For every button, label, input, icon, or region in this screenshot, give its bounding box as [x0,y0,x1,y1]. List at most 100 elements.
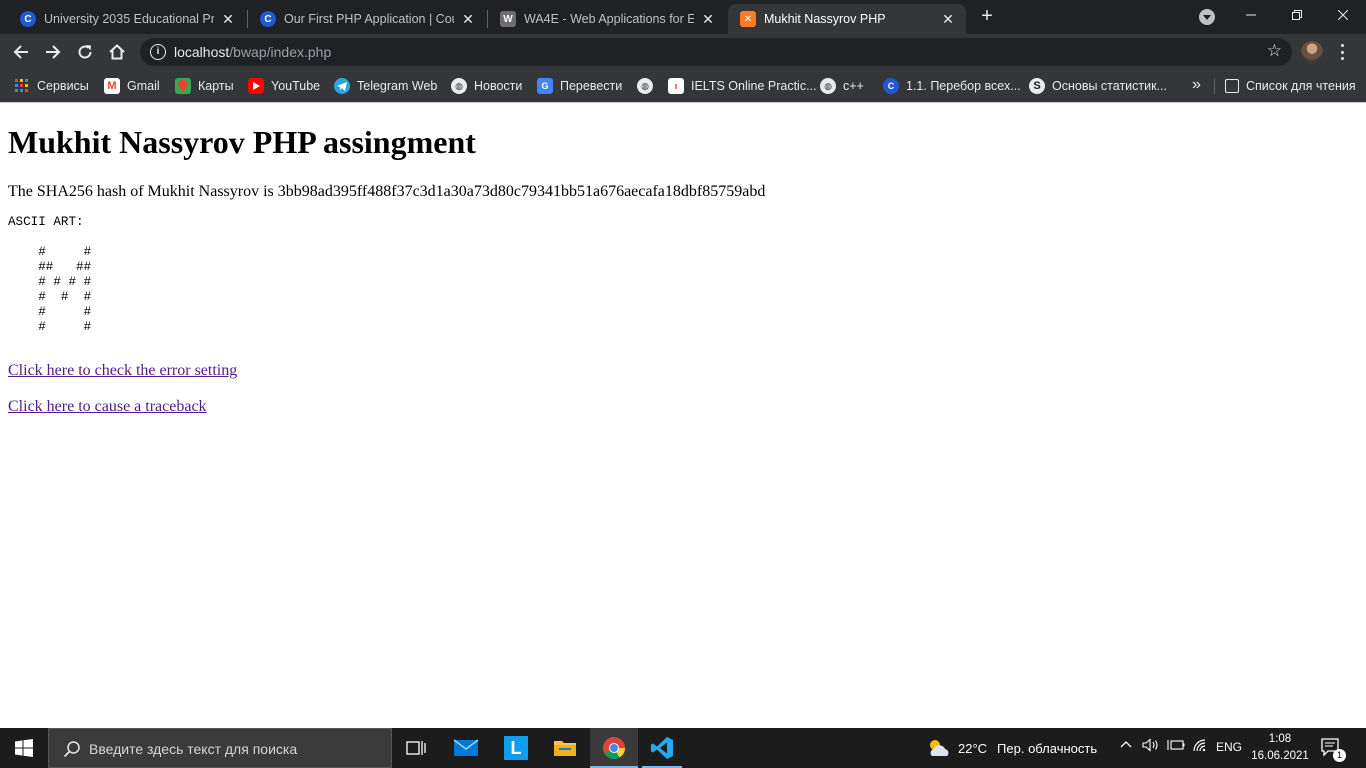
folder-icon [554,741,576,756]
ascii-art: ASCII ART: # # ## ## # # # # # # # # # #… [8,215,92,334]
bookmark-cpp[interactable]: ◍ c++ [820,76,864,96]
close-tab-icon[interactable]: ✕ [220,11,236,28]
telegram-icon [334,78,350,94]
l-app-icon: L [504,736,528,760]
youtube-icon [248,78,264,94]
minimize-icon [1246,14,1256,16]
search-placeholder: Введите здесь текст для поиска [89,741,298,757]
apps-grid-icon [14,78,30,94]
tab-title: WA4E - Web Applications for Everybody [524,12,694,26]
browser-menu-icon[interactable] [1336,42,1348,62]
bookmark-coursera-search[interactable]: C 1.1. Перебор всех... [883,76,1021,96]
page-content: Mukhit Nassyrov PHP assingment The SHA25… [0,103,1366,728]
search-icon [63,741,80,758]
bookmark-gmail[interactable]: M Gmail [104,76,160,96]
input-language[interactable]: ENG [1216,740,1242,754]
tab-mukhit-nassyrov-php[interactable]: ✕ Mukhit Nassyrov PHP ✕ [728,4,966,34]
system-clock[interactable]: 1:08 16.06.2021 [1250,731,1310,765]
mail-icon [453,739,479,756]
mail-app[interactable] [442,728,490,768]
coursera-icon: C [883,78,899,94]
globe-icon: ◍ [820,78,836,94]
bookmark-label: Карты [198,79,234,93]
bookmark-statistics[interactable]: S Основы статистик... [1029,76,1167,96]
wifi-icon[interactable] [1192,738,1208,755]
bookmark-globe[interactable]: ◍ [637,76,660,96]
bookmark-services[interactable]: Сервисы [14,76,89,96]
bookmark-telegram[interactable]: Telegram Web [334,76,437,96]
home-button[interactable] [104,39,130,65]
bookmark-separator [1214,78,1215,94]
bookmark-star-icon[interactable]: ☆ [1267,41,1282,61]
task-view-icon [406,741,426,755]
more-bookmarks-icon[interactable]: » [1192,76,1201,94]
tab-search-icon[interactable] [1199,9,1215,25]
info-icon[interactable]: i [150,44,166,60]
new-tab-button[interactable]: + [976,6,998,28]
tab-title: Mukhit Nassyrov PHP [764,12,886,26]
maps-icon [175,78,191,94]
volume-icon[interactable] [1142,738,1160,755]
close-icon [1338,10,1348,20]
url-path: /bwap/index.php [229,44,332,60]
weather-widget[interactable]: 22°C Пер. облачность [926,737,1097,759]
close-tab-icon[interactable]: ✕ [460,11,476,28]
reading-list-label: Список для чтения [1246,79,1356,93]
vscode-app[interactable] [638,728,686,768]
bookmark-label: Telegram Web [357,79,438,93]
bookmark-label: c++ [843,79,864,93]
tab-university-2035[interactable]: C University 2035 Educational Programs ✕ [8,4,246,34]
battery-icon[interactable] [1167,738,1185,755]
l-app[interactable]: L [492,728,540,768]
url-host: localhost [174,44,230,60]
file-explorer-app[interactable] [541,728,589,768]
reload-icon [78,45,92,59]
windows-taskbar: Введите здесь текст для поиска L 22°C Пе… [0,728,1366,768]
arrow-left-icon [13,45,28,59]
show-hidden-icons-icon[interactable] [1120,738,1132,753]
start-button[interactable] [0,728,48,768]
error-setting-link[interactable]: Click here to check the error setting [8,362,237,380]
sha256-hash-text: The SHA256 hash of Mukhit Nassyrov is 3b… [8,183,766,200]
browser-toolbar: i localhost/bwap/index.php ☆ [0,34,1366,70]
bookmark-translate[interactable]: G Перевести [537,76,622,96]
globe-icon: ◍ [637,78,653,94]
clock-date: 16.06.2021 [1251,750,1309,762]
profile-avatar[interactable] [1301,41,1323,63]
task-view-button[interactable] [392,728,440,768]
reading-list-icon [1225,79,1239,93]
close-window-button[interactable] [1320,0,1366,30]
bookmark-maps[interactable]: Карты [175,76,234,96]
back-button[interactable] [8,39,34,65]
xampp-icon: ✕ [740,11,756,27]
bookmark-news[interactable]: ◍ Новости [451,76,522,96]
reading-list-button[interactable]: Список для чтения [1225,76,1356,96]
traceback-link[interactable]: Click here to cause a traceback [8,398,207,416]
address-bar[interactable]: i localhost/bwap/index.php ☆ [140,38,1292,66]
translate-icon: G [537,78,553,94]
bookmark-youtube[interactable]: YouTube [248,76,320,96]
taskbar-search-input[interactable]: Введите здесь текст для поиска [48,728,392,768]
bookmark-label: IELTS Online Practic... [691,79,817,93]
chrome-app[interactable] [590,728,638,768]
close-tab-icon[interactable]: ✕ [700,11,716,28]
reload-button[interactable] [72,39,98,65]
forward-button[interactable] [40,39,66,65]
tab-title: Our First PHP Application | Coursera [284,12,454,26]
home-icon [109,44,125,60]
globe-icon: ◍ [451,78,467,94]
tab-first-php-app[interactable]: C Our First PHP Application | Coursera ✕ [248,4,486,34]
windows-icon [15,739,33,757]
tab-wa4e[interactable]: W WA4E - Web Applications for Everybody … [488,4,726,34]
address-url[interactable]: localhost/bwap/index.php [174,44,331,60]
action-center-button[interactable]: 1 [1320,737,1346,762]
minimize-button[interactable] [1228,0,1274,30]
bookmark-label: 1.1. Перебор всех... [906,79,1021,93]
restore-button[interactable] [1274,0,1320,30]
vscode-icon [651,737,673,759]
close-tab-icon[interactable]: ✕ [940,11,956,28]
bookmark-ielts[interactable]: ı IELTS Online Practic... [668,76,817,96]
bookmark-label: Основы статистик... [1052,79,1167,93]
clock-time: 1:08 [1268,733,1292,745]
wa4e-icon: W [500,11,516,27]
